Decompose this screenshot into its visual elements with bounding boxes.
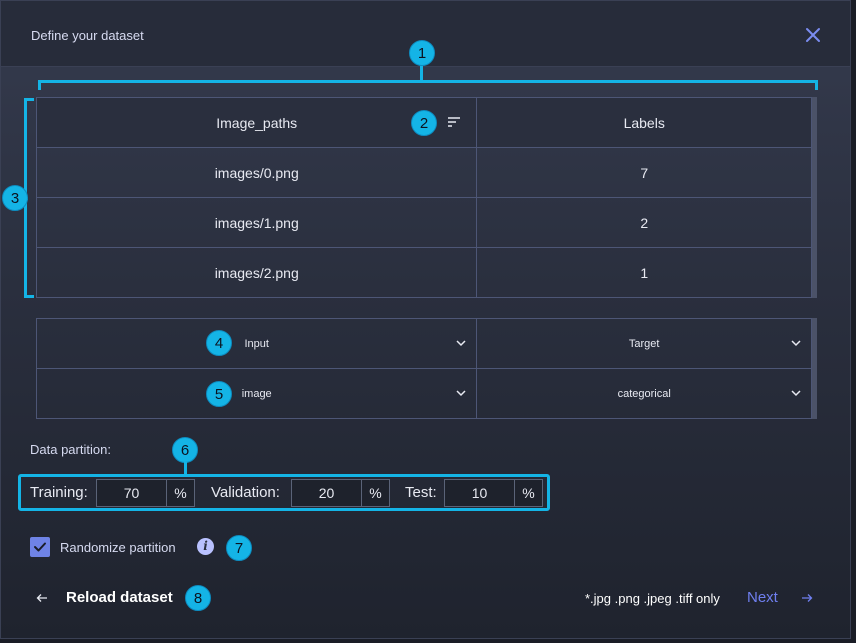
role-select-value: Target xyxy=(628,337,660,350)
next-button[interactable]: Next xyxy=(747,589,778,606)
table-cell: 7 xyxy=(476,147,812,198)
table-cell: 2 xyxy=(476,197,812,248)
role-select-labels[interactable]: Target xyxy=(476,318,812,369)
sort-icon[interactable] xyxy=(447,117,461,127)
table-cell: images/1.png xyxy=(35,197,478,248)
chevron-down-icon[interactable] xyxy=(456,389,466,397)
check-icon xyxy=(34,542,46,552)
type-select-image-paths[interactable]: image xyxy=(35,368,478,419)
reload-dataset-button[interactable]: Reload dataset xyxy=(66,589,173,606)
column-header-labels[interactable]: Labels xyxy=(476,97,812,148)
type-select-labels[interactable]: categorical xyxy=(476,368,812,419)
table-row: images/1.png 2 xyxy=(35,197,812,248)
callout-marker-7: 7 xyxy=(226,535,252,561)
training-label: Training: xyxy=(30,484,88,501)
table-scrollbar[interactable] xyxy=(812,97,817,298)
role-select-image-paths[interactable]: Input xyxy=(35,318,478,369)
callout-bracket-columns xyxy=(38,80,818,90)
callout-marker-6: 6 xyxy=(172,437,198,463)
chevron-down-icon[interactable] xyxy=(791,389,801,397)
validation-label: Validation: xyxy=(211,484,280,501)
arrow-right-icon[interactable] xyxy=(801,593,813,603)
role-select-value: Input xyxy=(244,337,269,350)
info-icon[interactable]: i xyxy=(197,538,214,555)
column-config-table: Input Target image categorical xyxy=(35,318,812,419)
percent-unit: % xyxy=(369,485,382,501)
training-field[interactable]: 70 % xyxy=(96,479,195,507)
dialog-title: Define your dataset xyxy=(31,28,144,43)
randomize-label: Randomize partition xyxy=(60,540,176,555)
chevron-down-icon[interactable] xyxy=(456,339,466,347)
test-field[interactable]: 10 % xyxy=(444,479,543,507)
role-row: Input Target xyxy=(35,318,812,369)
training-input[interactable]: 70 xyxy=(97,480,167,506)
table-row: images/0.png 7 xyxy=(35,147,812,198)
close-icon[interactable] xyxy=(804,26,822,44)
validation-field[interactable]: 20 % xyxy=(291,479,390,507)
config-scrollbar[interactable] xyxy=(812,318,817,419)
callout-marker-4: 4 xyxy=(206,330,232,356)
table-cell: images/2.png xyxy=(35,247,478,298)
chevron-down-icon[interactable] xyxy=(791,339,801,347)
callout-marker-8: 8 xyxy=(185,585,211,611)
callout-bracket-stem xyxy=(420,64,423,80)
callout-marker-5: 5 xyxy=(206,381,232,407)
callout-marker-3: 3 xyxy=(2,185,28,211)
formats-note: *.jpg .png .jpeg .tiff only xyxy=(585,591,720,606)
percent-unit: % xyxy=(522,485,535,501)
partition-label: Data partition: xyxy=(30,442,111,457)
randomize-checkbox[interactable] xyxy=(30,537,50,557)
table-cell: images/0.png xyxy=(35,147,478,198)
arrow-left-icon[interactable] xyxy=(36,593,48,603)
type-select-value: categorical xyxy=(617,387,671,400)
test-input[interactable]: 10 xyxy=(445,480,515,506)
callout-stem-6 xyxy=(184,462,187,474)
test-label: Test: xyxy=(405,484,437,501)
validation-input[interactable]: 20 xyxy=(292,480,362,506)
type-select-value: image xyxy=(241,387,272,400)
callout-marker-1: 1 xyxy=(409,40,435,66)
table-cell: 1 xyxy=(476,247,812,298)
callout-marker-2: 2 xyxy=(411,110,437,136)
type-row: image categorical xyxy=(35,368,812,419)
table-row: images/2.png 1 xyxy=(35,247,812,298)
percent-unit: % xyxy=(174,485,187,501)
